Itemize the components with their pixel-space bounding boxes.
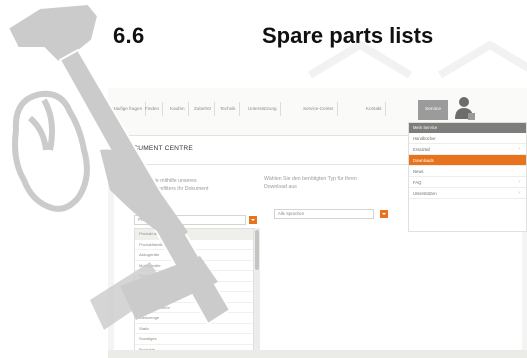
language-select[interactable]: Alle Sprachen [274,209,374,219]
dropdown-item[interactable]: Handbücher [409,133,526,144]
dropdown-item[interactable]: Ersatzteil › [409,144,526,155]
chevron-right-icon: › [518,190,520,196]
dropdown-item[interactable]: Unterstützen › [409,188,526,199]
dropdown-item[interactable]: News [409,166,526,177]
nav-item[interactable]: Service-Center [303,102,338,116]
dropdown-item[interactable]: FAQ › [409,177,526,188]
user-icon[interactable] [454,95,476,121]
type-instruction: Wählen Sie den benötigten Typ für Ihren … [264,176,357,190]
nav-item[interactable]: Kontakt [366,102,386,116]
dropdown-header: Mein Service [409,123,526,133]
watermark [307,40,527,79]
service-dropdown: Mein Service Handbücher Ersatzteil › Down… [408,122,527,232]
dropdown-item-downloads[interactable]: Downloads [409,155,526,166]
hammer-hand-icon [6,2,232,330]
service-tab[interactable]: Service [418,100,448,120]
chevron-right-icon: › [518,179,520,185]
chevron-down-icon[interactable] [380,210,388,218]
chevron-right-icon: › [518,146,520,152]
